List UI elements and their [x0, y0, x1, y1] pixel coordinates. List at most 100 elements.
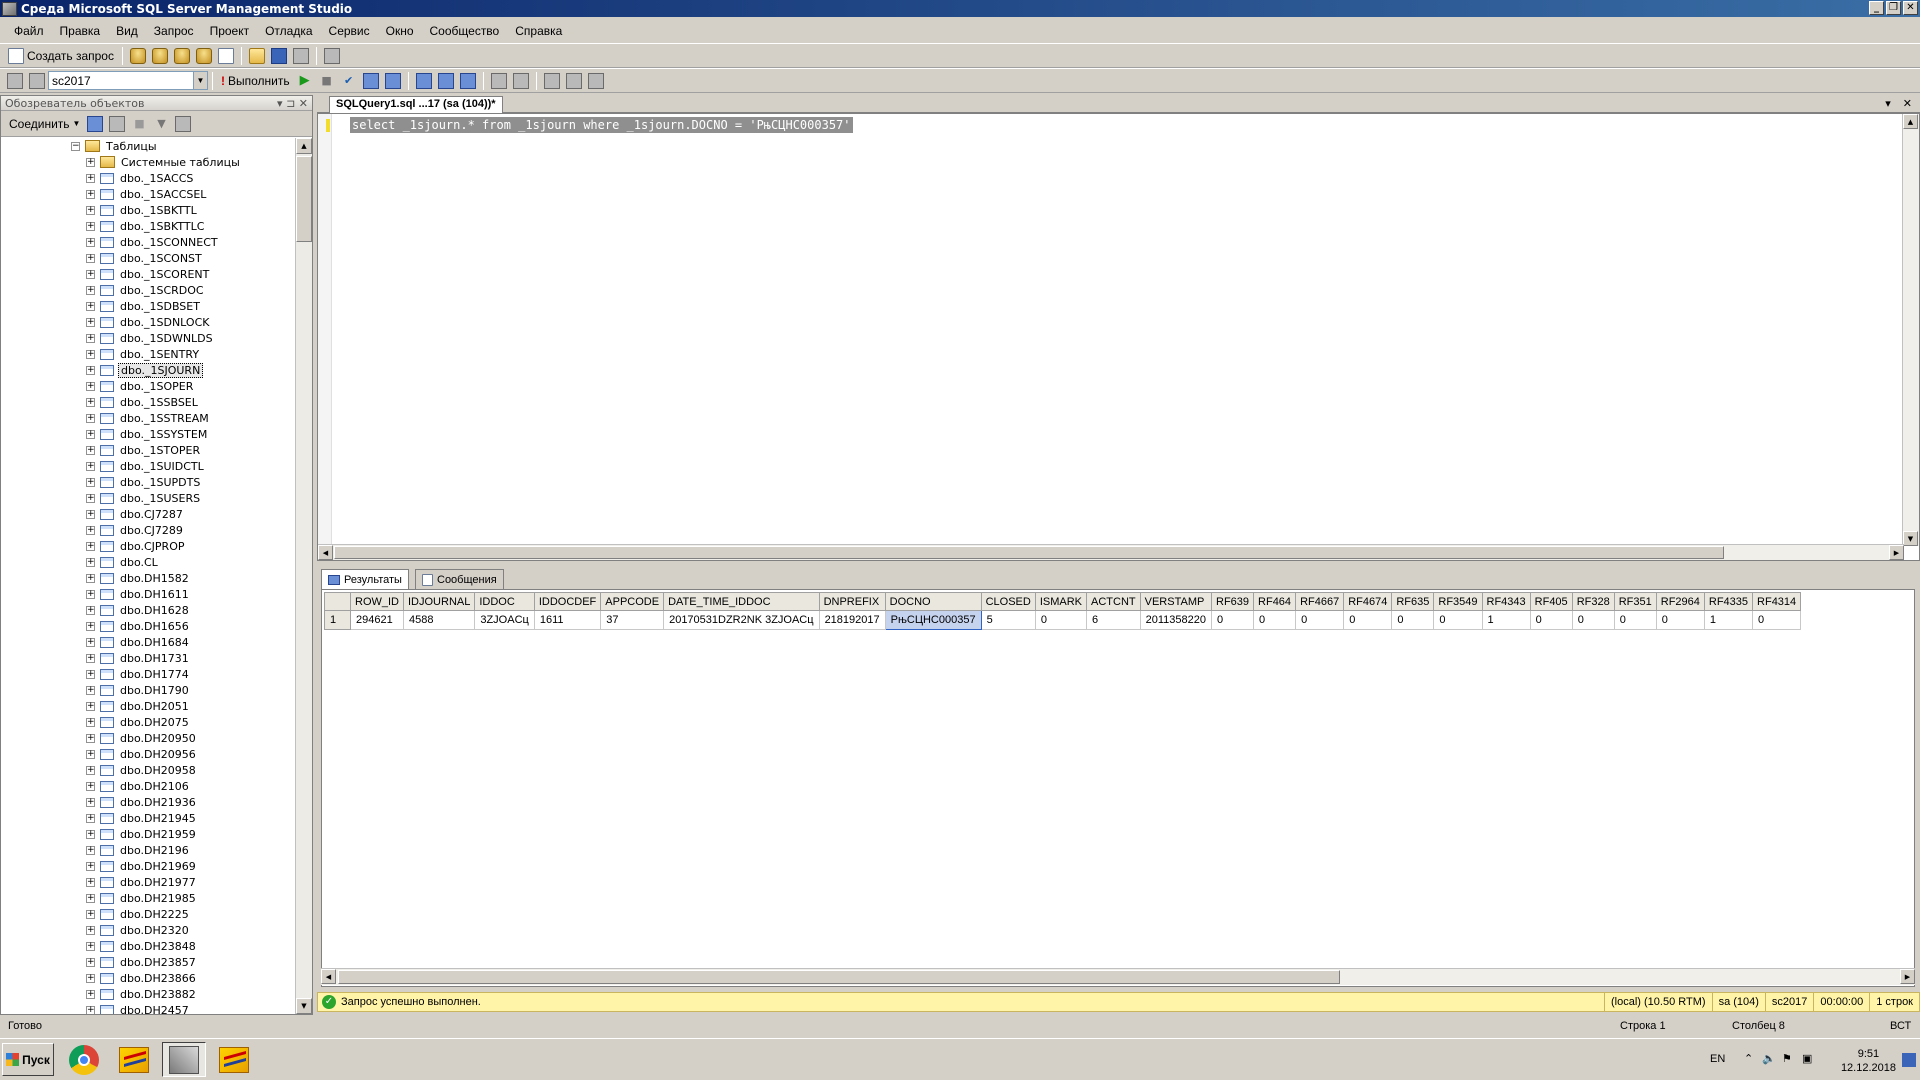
- show-desktop-icon[interactable]: [1902, 1053, 1916, 1067]
- tab-sqlquery1[interactable]: SQLQuery1.sql ...17 (sa (104))*: [329, 96, 503, 113]
- tree-node-table[interactable]: + dbo._1SDWNLDS: [86, 330, 215, 346]
- tab-messages[interactable]: Сообщения: [415, 569, 504, 589]
- results-to-grid-button[interactable]: [436, 71, 456, 91]
- expand-icon[interactable]: +: [86, 717, 95, 727]
- grid-cell[interactable]: 0: [1391, 610, 1435, 630]
- grid-column-header[interactable]: CLOSED: [980, 592, 1036, 611]
- expand-icon[interactable]: +: [86, 365, 95, 375]
- cancel-query-button[interactable]: ■: [317, 71, 337, 91]
- grid-column-header[interactable]: DNPREFIX: [818, 592, 886, 611]
- grid-column-header[interactable]: DATE_TIME_IDDOC: [663, 592, 820, 611]
- expand-icon[interactable]: +: [86, 253, 95, 263]
- tree-node-table[interactable]: + dbo._1SSTREAM: [86, 410, 211, 426]
- new-file-button[interactable]: [216, 46, 236, 66]
- oe-stop-button[interactable]: ■: [129, 114, 149, 134]
- xmla-query-button[interactable]: [194, 46, 214, 66]
- expand-icon[interactable]: +: [86, 397, 95, 407]
- grid-column-header[interactable]: RF639: [1210, 592, 1255, 611]
- grid-column-header[interactable]: IDJOURNAL: [402, 592, 476, 611]
- decrease-indent-button[interactable]: [542, 71, 562, 91]
- collapse-icon[interactable]: −: [71, 141, 80, 151]
- expand-icon[interactable]: +: [86, 541, 95, 551]
- expand-icon[interactable]: +: [86, 509, 95, 519]
- oe-refresh-button[interactable]: [173, 114, 193, 134]
- tree-node-table[interactable]: + dbo.DH2320: [86, 922, 191, 938]
- scroll-down-icon[interactable]: ▼: [1903, 531, 1918, 546]
- menu-community[interactable]: Сообщество: [422, 24, 508, 38]
- oe-disconnect-button[interactable]: [107, 114, 127, 134]
- scroll-down-icon[interactable]: ▼: [296, 998, 312, 1014]
- connect-dropdown[interactable]: Соединить ▼: [5, 117, 84, 131]
- tree-node-table[interactable]: + dbo._1SSYSTEM: [86, 426, 209, 442]
- grid-cell[interactable]: 0: [1433, 610, 1483, 630]
- grid-column-header[interactable]: RF635: [1391, 592, 1435, 611]
- grid-cell[interactable]: 0: [1613, 610, 1657, 630]
- taskbar-ssms[interactable]: [162, 1042, 206, 1077]
- tab-list-icon[interactable]: ▾: [1885, 97, 1891, 110]
- grid-column-header[interactable]: RF328: [1571, 592, 1615, 611]
- expand-icon[interactable]: +: [86, 925, 95, 935]
- expand-icon[interactable]: +: [86, 701, 95, 711]
- scroll-left-icon[interactable]: ◀: [321, 969, 336, 984]
- grid-column-header[interactable]: ISMARK: [1034, 592, 1088, 611]
- grid-cell[interactable]: 2011358220: [1139, 610, 1213, 630]
- grid-cell[interactable]: 0: [1343, 610, 1393, 630]
- tree-node-table[interactable]: + dbo._1SBKTTL: [86, 202, 199, 218]
- grid-column-header[interactable]: DOCNO: [884, 592, 982, 611]
- expand-icon[interactable]: +: [86, 989, 95, 999]
- results-horizontal-scrollbar[interactable]: ◀ ▶: [321, 968, 1915, 985]
- scroll-thumb[interactable]: [338, 970, 1340, 984]
- object-explorer-scrollbar[interactable]: ▲ ▼: [295, 138, 312, 1014]
- close-icon[interactable]: ✕: [1903, 97, 1912, 110]
- tree-node-table[interactable]: + dbo.DH1656: [86, 618, 191, 634]
- grid-column-header[interactable]: RF464: [1253, 592, 1297, 611]
- taskbar-1c-app-2[interactable]: [212, 1042, 256, 1077]
- expand-icon[interactable]: +: [86, 781, 95, 791]
- grid-column-header[interactable]: IDDOCDEF: [533, 592, 602, 611]
- grid-cell[interactable]: 6: [1086, 610, 1141, 630]
- expand-icon[interactable]: +: [86, 477, 95, 487]
- tree-node-table[interactable]: + dbo.CL: [86, 554, 160, 570]
- tree-node-table[interactable]: + dbo.DH2457: [86, 1002, 191, 1014]
- grid-cell[interactable]: 20170531DZR2NK 3ZJOACц: [663, 610, 820, 630]
- tree-node-table[interactable]: + dbo._1SUPDTS: [86, 474, 202, 490]
- comment-button[interactable]: [489, 71, 509, 91]
- results-grid[interactable]: ROW_ID IDJOURNAL IDDOC IDDOCDEF APPCODE DATE_…: [324, 592, 1802, 630]
- tray-chevron-icon[interactable]: ⌃: [1744, 1052, 1753, 1065]
- results-to-file-button[interactable]: [458, 71, 478, 91]
- tree-node-table[interactable]: + dbo.DH23866: [86, 970, 198, 986]
- grid-cell[interactable]: 0: [1752, 610, 1802, 630]
- tree-node-table[interactable]: + dbo._1SACCS: [86, 170, 195, 186]
- tab-results[interactable]: Результаты: [321, 569, 409, 589]
- tree-node-table[interactable]: + dbo.DH2196: [86, 842, 191, 858]
- grid-column-header[interactable]: APPCODE: [600, 592, 665, 611]
- grid-cell[interactable]: 3ZJOACц: [474, 610, 535, 630]
- tree-node-table[interactable]: + dbo.DH2225: [86, 906, 191, 922]
- execute-button[interactable]: ! Выполнить: [217, 74, 294, 88]
- tree-node-tables[interactable]: − Таблицы: [71, 138, 159, 154]
- expand-icon[interactable]: +: [86, 941, 95, 951]
- grid-cell[interactable]: 0: [1571, 610, 1615, 630]
- tree-node-system-tables[interactable]: + Системные таблицы: [86, 154, 242, 170]
- grid-row-number[interactable]: 1: [324, 610, 351, 630]
- grid-column-header[interactable]: RF4674: [1343, 592, 1393, 611]
- expand-icon[interactable]: +: [86, 301, 95, 311]
- database-engine-query-button[interactable]: [128, 46, 148, 66]
- expand-icon[interactable]: +: [86, 973, 95, 983]
- expand-icon[interactable]: +: [86, 221, 95, 231]
- expand-icon[interactable]: +: [86, 797, 95, 807]
- menu-help[interactable]: Справка: [507, 24, 570, 38]
- oe-filter-button[interactable]: ▼: [151, 114, 171, 134]
- language-indicator[interactable]: EN: [1710, 1053, 1725, 1065]
- expand-icon[interactable]: +: [86, 269, 95, 279]
- minimize-button[interactable]: _: [1869, 1, 1884, 15]
- new-query-button[interactable]: Создать запрос: [4, 47, 118, 64]
- expand-icon[interactable]: +: [86, 285, 95, 295]
- expand-icon[interactable]: +: [86, 349, 95, 359]
- expand-icon[interactable]: +: [86, 493, 95, 503]
- tree-node-table[interactable]: + dbo._1SJOURN: [86, 362, 204, 378]
- query-editor[interactable]: select _1sjourn.* from _1sjourn where _1…: [317, 113, 1920, 561]
- grid-cell[interactable]: 1: [1703, 610, 1754, 630]
- database-selector[interactable]: sc2017 ▼: [48, 71, 208, 90]
- expand-icon[interactable]: +: [86, 557, 95, 567]
